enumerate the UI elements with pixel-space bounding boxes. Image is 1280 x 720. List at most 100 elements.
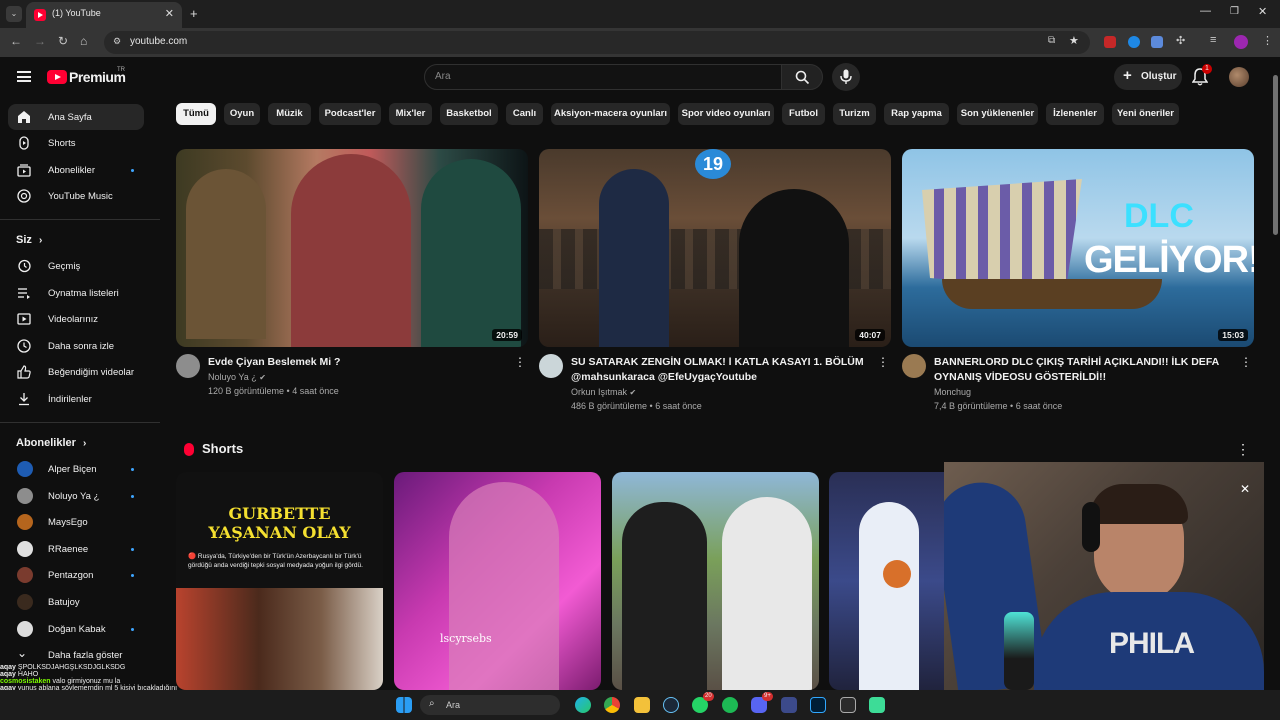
steam-icon[interactable] bbox=[663, 697, 679, 713]
sidebar-item-watch-later[interactable]: Daha sonra izle bbox=[8, 333, 144, 359]
video-title[interactable]: BANNERLORD DLC ÇIKIŞ TARİHİ AÇIKLANDI!! … bbox=[934, 355, 1234, 385]
forward-button[interactable]: → bbox=[34, 34, 46, 48]
video-card[interactable]: 19 40:07 SU SATARAK ZENGİN OLMAK! l KATL… bbox=[539, 149, 891, 419]
file-explorer-icon[interactable] bbox=[634, 697, 650, 713]
chip-new-to-you[interactable]: Yeni öneriler bbox=[1112, 103, 1179, 125]
short-card[interactable] bbox=[612, 472, 819, 690]
address-bar[interactable]: ⚙ youtube.com ⧉ ★ bbox=[104, 31, 1090, 54]
scrollbar-thumb[interactable] bbox=[1273, 75, 1278, 235]
profile-avatar-icon[interactable] bbox=[1234, 35, 1248, 49]
sidebar-item-subscriptions[interactable]: Abonelikler bbox=[8, 157, 144, 183]
close-overlay-icon[interactable]: ✕ bbox=[1240, 482, 1250, 496]
reload-button[interactable]: ↻ bbox=[58, 34, 68, 48]
youtube-logo[interactable]: Premium TR bbox=[47, 67, 147, 88]
chip-football[interactable]: Futbol bbox=[782, 103, 825, 125]
browser-menu-icon[interactable]: ⋮ bbox=[1262, 34, 1273, 47]
video-title[interactable]: Evde Çiyan Beslemek Mi ? bbox=[208, 355, 508, 370]
video-thumbnail[interactable]: 20:59 bbox=[176, 149, 528, 347]
sidebar-item-your-videos[interactable]: Videolarınız bbox=[8, 306, 144, 332]
chip-rap[interactable]: Rap yapma bbox=[884, 103, 949, 125]
channel-avatar[interactable] bbox=[902, 354, 926, 378]
bookmark-star-icon[interactable]: ★ bbox=[1069, 34, 1079, 47]
sidebar-item-playlists[interactable]: Oynatma listeleri bbox=[8, 280, 144, 306]
search-button[interactable] bbox=[781, 64, 823, 90]
video-thumbnail[interactable]: DLC GELİYOR! 15:03 bbox=[902, 149, 1254, 347]
chip-all[interactable]: Tümü bbox=[176, 103, 216, 125]
sidebar-item-home[interactable]: Ana Sayfa bbox=[8, 104, 144, 130]
sidebar-sub-noluyo-ya[interactable]: Noluyo Ya ¿ bbox=[8, 483, 144, 509]
chip-action-adventure[interactable]: Aksiyon-macera oyunları bbox=[551, 103, 670, 125]
windows-start-icon[interactable] bbox=[396, 697, 412, 713]
app-icon[interactable] bbox=[869, 697, 885, 713]
chip-watched[interactable]: İzlenenler bbox=[1046, 103, 1104, 125]
spotify-icon[interactable] bbox=[722, 697, 738, 713]
you-section-header[interactable]: Siz › bbox=[16, 234, 42, 246]
voice-search-button[interactable] bbox=[832, 63, 860, 91]
chip-tourism[interactable]: Turizm bbox=[833, 103, 876, 125]
new-tab-button[interactable]: + bbox=[190, 6, 198, 21]
short-card[interactable]: GURBETTE YAŞANAN OLAY 🔴 Rusya'da, Türkiy… bbox=[176, 472, 383, 690]
sidebar-sub-alper-bicen[interactable]: Alper Biçen bbox=[8, 456, 144, 482]
chip-sports-games[interactable]: Spor video oyunları bbox=[678, 103, 774, 125]
home-button[interactable]: ⌂ bbox=[80, 34, 87, 48]
chip-mixes[interactable]: Mix'ler bbox=[389, 103, 432, 125]
extension-1-icon[interactable] bbox=[1104, 36, 1116, 48]
channel-avatar[interactable] bbox=[539, 354, 563, 378]
sidebar-sub-pentazgon[interactable]: Pentazgon bbox=[8, 562, 144, 588]
sidebar-sub-dogan-kabak[interactable]: Doğan Kabak bbox=[8, 616, 144, 642]
extension-2-icon[interactable] bbox=[1128, 36, 1140, 48]
close-tab-icon[interactable]: ✕ bbox=[165, 7, 174, 20]
sidebar-item-history[interactable]: Geçmiş bbox=[8, 253, 144, 279]
site-info-icon[interactable]: ⚙ bbox=[113, 36, 121, 47]
channel-name[interactable]: Orkun Işıtmak ✔ bbox=[571, 387, 636, 397]
channel-avatar[interactable] bbox=[176, 354, 200, 378]
minimize-button[interactable]: — bbox=[1200, 5, 1211, 17]
browser-tab-youtube[interactable]: (1) YouTube ✕ bbox=[26, 2, 182, 28]
chip-basketball[interactable]: Basketbol bbox=[440, 103, 498, 125]
sidebar-item-liked-videos[interactable]: Beğendiğim videolar bbox=[8, 359, 144, 385]
create-button[interactable]: + Oluştur bbox=[1114, 64, 1182, 90]
edge-browser-icon[interactable] bbox=[575, 697, 591, 713]
restore-button[interactable]: ❐ bbox=[1230, 6, 1239, 17]
page-scrollbar[interactable] bbox=[1270, 57, 1280, 690]
subscriptions-section-header[interactable]: Abonelikler › bbox=[16, 437, 86, 449]
sidebar-item-shorts[interactable]: Shorts bbox=[8, 130, 144, 156]
sidebar-item-downloads[interactable]: İndirilenler bbox=[8, 386, 144, 412]
tab-search-button[interactable]: ⌄ bbox=[6, 6, 22, 22]
taskbar-search[interactable]: ⌕ Ara bbox=[420, 695, 560, 715]
sidebar-sub-batujoy[interactable]: Batujoy bbox=[8, 589, 144, 615]
short-card[interactable]: lscyrsebs bbox=[394, 472, 601, 690]
more-options-icon[interactable]: ⋮ bbox=[1240, 355, 1252, 369]
media-controls-icon[interactable]: ≡ bbox=[1210, 34, 1216, 46]
video-card[interactable]: DLC GELİYOR! 15:03 BANNERLORD DLC ÇIKIŞ … bbox=[902, 149, 1254, 419]
sidebar-sub-rraenee[interactable]: RRaenee bbox=[8, 536, 144, 562]
chip-games[interactable]: Oyun bbox=[224, 103, 260, 125]
video-title[interactable]: SU SATARAK ZENGİN OLMAK! l KATLA KASAYI … bbox=[571, 355, 871, 385]
extension-3-icon[interactable] bbox=[1151, 36, 1163, 48]
back-button[interactable]: ← bbox=[10, 34, 22, 48]
video-thumbnail[interactable]: 19 40:07 bbox=[539, 149, 891, 347]
chip-music[interactable]: Müzik bbox=[268, 103, 311, 125]
sidebar-item-youtube-music[interactable]: YouTube Music bbox=[8, 183, 144, 209]
chrome-browser-icon[interactable] bbox=[604, 697, 620, 713]
install-app-icon[interactable]: ⧉ bbox=[1048, 35, 1055, 46]
chip-live[interactable]: Canlı bbox=[506, 103, 543, 125]
video-card[interactable]: 20:59 Evde Çiyan Beslemek Mi ? Noluyo Ya… bbox=[176, 149, 528, 409]
chip-recently-uploaded[interactable]: Son yüklenenler bbox=[957, 103, 1038, 125]
channel-name[interactable]: Monchug bbox=[934, 387, 971, 397]
search-input[interactable]: Ara bbox=[424, 64, 782, 90]
more-options-icon[interactable]: ⋮ bbox=[514, 355, 526, 369]
hamburger-menu-icon[interactable] bbox=[17, 71, 31, 82]
more-options-icon[interactable]: ⋮ bbox=[1236, 441, 1250, 458]
photoshop-icon[interactable] bbox=[810, 697, 826, 713]
chip-podcasts[interactable]: Podcast'ler bbox=[319, 103, 381, 125]
notifications-button[interactable]: 1 bbox=[1191, 64, 1212, 86]
close-window-button[interactable]: ✕ bbox=[1258, 5, 1267, 18]
app-icon[interactable] bbox=[840, 697, 856, 713]
extensions-puzzle-icon[interactable]: ✣ bbox=[1176, 34, 1185, 47]
app-icon[interactable] bbox=[781, 697, 797, 713]
sidebar-sub-maysego[interactable]: MaysEgo bbox=[8, 509, 144, 535]
more-options-icon[interactable]: ⋮ bbox=[877, 355, 889, 369]
channel-name[interactable]: Noluyo Ya ¿ ✔ bbox=[208, 372, 266, 382]
account-avatar[interactable] bbox=[1229, 67, 1249, 87]
